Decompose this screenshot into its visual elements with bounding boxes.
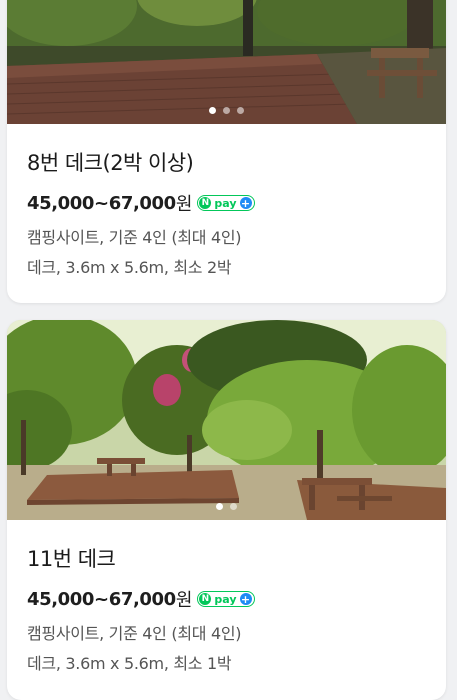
site-capacity-info: 캠핑사이트, 기준 4인 (최대 4인)	[27, 228, 242, 247]
price-currency: 원	[175, 590, 193, 611]
plus-icon: +	[239, 592, 252, 606]
carousel-dot[interactable]	[237, 107, 244, 114]
deck-photo	[7, 320, 446, 520]
carousel-dots	[7, 503, 446, 510]
carousel-dot[interactable]	[223, 107, 230, 114]
listing-price: 45,000~67,000	[27, 588, 176, 610]
price-row: 45,000~67,000 원 N pay +	[27, 190, 430, 216]
price-row: 45,000~67,000 원 N pay +	[27, 586, 430, 612]
site-capacity-info: 캠핑사이트, 기준 4인 (최대 4인)	[27, 624, 242, 643]
plus-icon: +	[239, 196, 252, 210]
listing-card-deck-8[interactable]: 8번 데크(2박 이상) 45,000~67,000 원 N pay + 캠핑사…	[7, 0, 446, 303]
npay-badge: N pay +	[197, 195, 255, 211]
listing-card-deck-11[interactable]: 11번 데크 45,000~67,000 원 N pay + 캠핑사이트, 기준…	[7, 320, 446, 700]
listing-title[interactable]: 8번 데크(2박 이상)	[27, 148, 430, 178]
npay-badge-label: pay	[214, 592, 237, 606]
npay-badge-label: pay	[214, 196, 237, 210]
listing-photo-carousel[interactable]	[7, 0, 446, 124]
deck-size-info: 데크, 3.6m x 5.6m, 최소 2박	[27, 258, 232, 277]
listing-photo-carousel[interactable]	[7, 320, 446, 520]
carousel-dot[interactable]	[230, 503, 237, 510]
deck-size-info: 데크, 3.6m x 5.6m, 최소 1박	[27, 654, 232, 673]
deck-photo	[7, 0, 446, 124]
listing-price: 45,000~67,000	[27, 192, 176, 214]
carousel-dot[interactable]	[216, 503, 223, 510]
carousel-dot[interactable]	[209, 107, 216, 114]
naver-n-icon: N	[199, 593, 212, 605]
price-currency: 원	[175, 194, 193, 215]
naver-n-icon: N	[199, 197, 212, 209]
carousel-dots	[7, 107, 446, 114]
npay-badge: N pay +	[197, 591, 255, 607]
listing-title[interactable]: 11번 데크	[27, 544, 430, 574]
